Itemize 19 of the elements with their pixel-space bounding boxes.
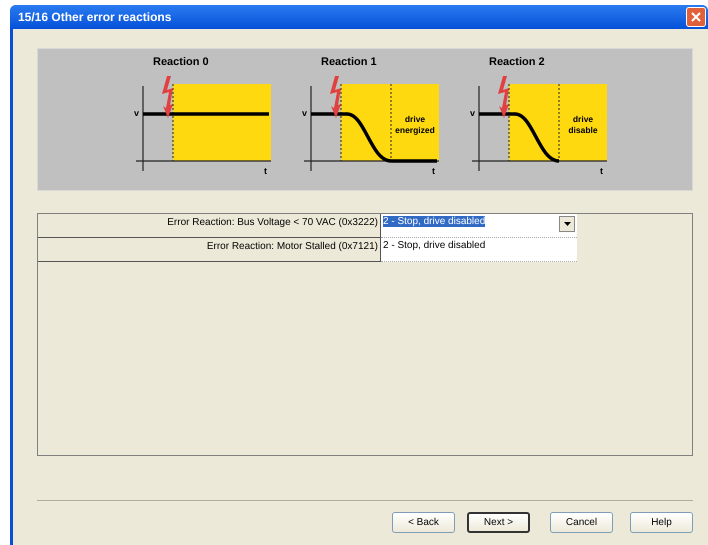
caret-icon bbox=[564, 222, 570, 226]
dialog-button[interactable]: Help bbox=[630, 512, 693, 533]
parameter-value-field[interactable]: 2 - Stop, drive disabled bbox=[381, 214, 577, 238]
reaction-title: Reaction 1 bbox=[321, 56, 377, 68]
reaction-title: Reaction 2 bbox=[489, 56, 545, 68]
parameter-label: Error Reaction: Bus Voltage < 70 VAC (0x3222) bbox=[38, 214, 381, 238]
velocity-graph-drawing: v drive disable t bbox=[467, 76, 609, 176]
dropdown-button[interactable] bbox=[559, 216, 575, 232]
close-button[interactable] bbox=[686, 7, 706, 27]
dialog-button[interactable]: < Back bbox=[392, 512, 455, 533]
close-icon bbox=[691, 12, 701, 22]
parameter-value-field[interactable]: 2 - Stop, drive disabled bbox=[381, 238, 577, 262]
velocity-graph-drawing: v drive energized t bbox=[299, 76, 441, 176]
reaction-title: Reaction 0 bbox=[153, 56, 209, 68]
parameter-label: Error Reaction: Motor Stalled (0x7121) bbox=[38, 238, 381, 262]
dialog-button[interactable]: Next > bbox=[467, 512, 530, 533]
window-title: 15/16 Other error reactions bbox=[18, 10, 172, 24]
velocity-graph-drawing: v t bbox=[131, 76, 273, 176]
dialog-button[interactable]: Cancel bbox=[550, 512, 613, 533]
